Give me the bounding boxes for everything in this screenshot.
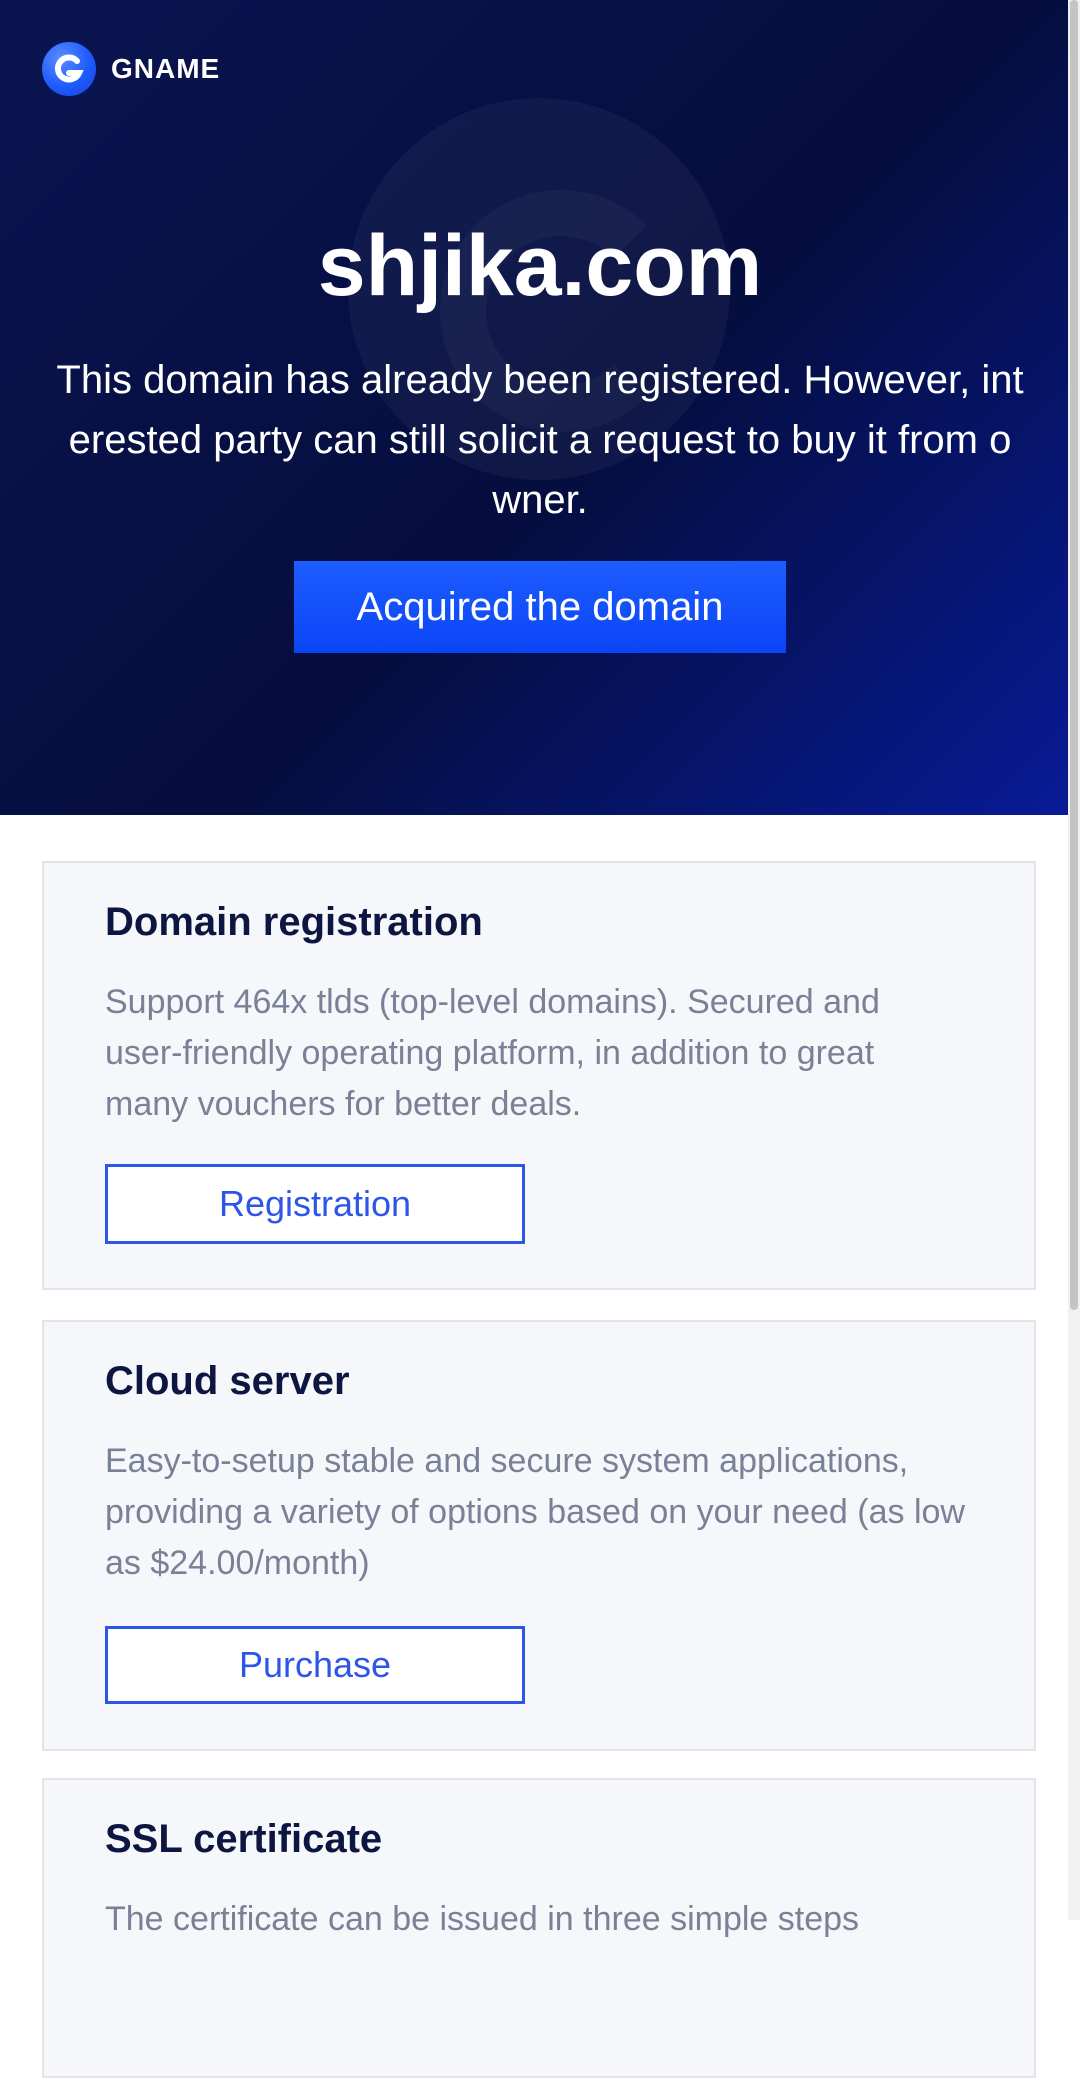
service-card-domain-registration: Domain registration Support 464x tlds (t… [42, 861, 1036, 1290]
purchase-button[interactable]: Purchase [105, 1626, 525, 1704]
scrollbar-thumb[interactable] [1070, 0, 1078, 1310]
domain-name-title: shjika.com [317, 217, 763, 314]
brand-logo[interactable]: GNAME [42, 42, 220, 96]
registration-button[interactable]: Registration [105, 1164, 525, 1244]
card-description: Support 464x tlds (top-level domains). S… [105, 983, 880, 1123]
hero-banner: GNAME shjika.com This domain has already… [0, 0, 1068, 815]
domain-status-message: This domain has already been registered.… [56, 358, 1024, 522]
page-scrollbar[interactable] [1068, 0, 1080, 1920]
brand-name: GNAME [111, 53, 221, 84]
card-title: Cloud server [105, 1359, 350, 1403]
service-card-ssl-certificate: SSL certificate The certificate can be i… [42, 1778, 1036, 2078]
card-title: Domain registration [105, 900, 483, 944]
gname-g-logo-icon [42, 42, 96, 96]
card-description: Easy-to-setup stable and secure system a… [105, 1442, 965, 1582]
card-title: SSL certificate [105, 1817, 383, 1861]
service-card-cloud-server: Cloud server Easy-to-setup stable and se… [42, 1320, 1036, 1751]
acquire-domain-button[interactable]: Acquired the domain [294, 561, 786, 653]
